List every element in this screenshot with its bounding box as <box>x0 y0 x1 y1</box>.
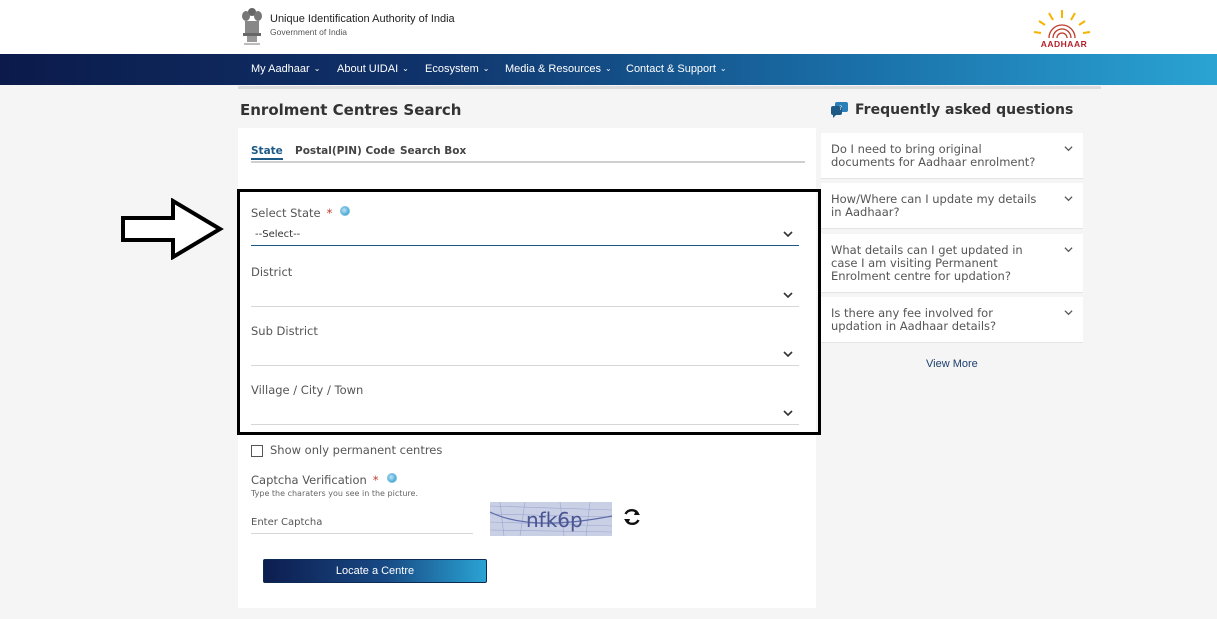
select-state-label-text: Select State <box>251 206 321 220</box>
select-state-label: Select State * <box>251 206 332 220</box>
chevron-down-icon <box>783 410 793 417</box>
faq-chat-icon: ? <box>831 102 848 118</box>
page-title: Enrolment Centres Search <box>240 101 462 119</box>
captcha-hint: Type the charaters you see in the pictur… <box>251 489 418 498</box>
faq-question: Do I need to bring original documents fo… <box>831 142 1036 169</box>
district-label: District <box>251 265 293 279</box>
village-label: Village / City / Town <box>251 383 364 397</box>
state-select-value: --Select-- <box>255 229 301 240</box>
tab-state[interactable]: State <box>251 145 283 160</box>
nav-item-label: Ecosystem <box>425 63 479 75</box>
chevron-down-icon: ⌄ <box>719 64 727 73</box>
arrow-right-icon <box>121 198 224 260</box>
district-select[interactable] <box>251 288 799 307</box>
state-select[interactable]: --Select-- <box>251 227 799 246</box>
required-marker: * <box>372 473 379 487</box>
chevron-down-icon <box>1064 247 1073 253</box>
chevron-down-icon <box>783 292 793 299</box>
faq-question: Is there any fee involved for updation i… <box>831 306 997 333</box>
village-select[interactable] <box>251 406 799 425</box>
nav-divider <box>238 86 1101 89</box>
emblem-icon <box>242 8 262 45</box>
search-tabs: State Postal(PIN) Code Search Box <box>251 145 805 163</box>
chevron-down-icon <box>783 231 793 238</box>
nav-item-contact-support[interactable]: Contact & Support ⌄ <box>626 63 727 79</box>
main-nav: My Aadhaar ⌄ About UIDAI ⌄ Ecosystem ⌄ Medi… <box>0 54 1217 85</box>
captcha-image: nfk6p <box>490 502 612 536</box>
permanent-centres-label: Show only permanent centres <box>270 443 443 457</box>
highlight-box <box>237 189 821 435</box>
faq-item[interactable]: Is there any fee involved for updation i… <box>821 297 1083 343</box>
faq-question: How/Where can I update my details in Aad… <box>831 192 1037 219</box>
chevron-down-icon <box>1064 146 1073 152</box>
chevron-down-icon: ⌄ <box>313 64 321 73</box>
tab-search-box[interactable]: Search Box <box>400 145 466 157</box>
faq-title: Frequently asked questions <box>855 102 1074 118</box>
sub-district-select[interactable] <box>251 347 799 366</box>
nav-item-label: Media & Resources <box>505 63 601 75</box>
chevron-down-icon <box>783 351 793 358</box>
permanent-centres-checkbox[interactable] <box>251 445 263 457</box>
nav-item-label: My Aadhaar <box>251 63 310 75</box>
nav-item-about-uidai[interactable]: About UIDAI ⌄ <box>337 63 409 79</box>
aadhaar-logo-text: AADHAAR <box>1040 39 1088 49</box>
faq-item[interactable]: Do I need to bring original documents fo… <box>821 133 1083 179</box>
nav-item-ecosystem[interactable]: Ecosystem ⌄ <box>425 63 490 79</box>
chevron-down-icon: ⌄ <box>402 64 409 73</box>
chevron-down-icon <box>1064 196 1073 202</box>
nav-item-my-aadhaar[interactable]: My Aadhaar ⌄ <box>251 63 320 79</box>
faq-item[interactable]: What details can I get updated in case I… <box>821 234 1083 293</box>
captcha-label-text: Captcha Verification <box>251 473 367 487</box>
nav-item-label: Contact & Support <box>626 63 716 75</box>
chevron-down-icon: ⌄ <box>605 64 612 73</box>
faq-item[interactable]: How/Where can I update my details in Aad… <box>821 183 1083 229</box>
required-marker: * <box>326 206 333 220</box>
chevron-down-icon: ⌄ <box>482 64 490 73</box>
captcha-input[interactable] <box>251 511 473 534</box>
org-subtitle: Government of India <box>270 27 348 37</box>
faq-question: What details can I get updated in case I… <box>831 243 1023 283</box>
info-icon[interactable] <box>340 206 350 216</box>
org-name: Unique Identification Authority of India <box>270 13 455 25</box>
info-icon[interactable] <box>387 473 397 483</box>
site-header: Unique Identification Authority of India… <box>0 0 1217 54</box>
sub-district-label: Sub District <box>251 324 318 338</box>
captcha-label: Captcha Verification * <box>251 473 379 487</box>
tab-postal-code[interactable]: Postal(PIN) Code <box>295 145 395 157</box>
chevron-down-icon <box>1064 310 1073 316</box>
locate-centre-button[interactable]: Locate a Centre <box>263 559 487 583</box>
view-more-link[interactable]: View More <box>926 358 978 370</box>
svg-text:?: ? <box>839 105 842 112</box>
nav-item-media-resources[interactable]: Media & Resources ⌄ <box>505 63 612 79</box>
captcha-image-text: nfk6p <box>526 508 583 532</box>
refresh-icon[interactable] <box>621 506 643 528</box>
nav-item-label: About UIDAI <box>337 63 399 75</box>
